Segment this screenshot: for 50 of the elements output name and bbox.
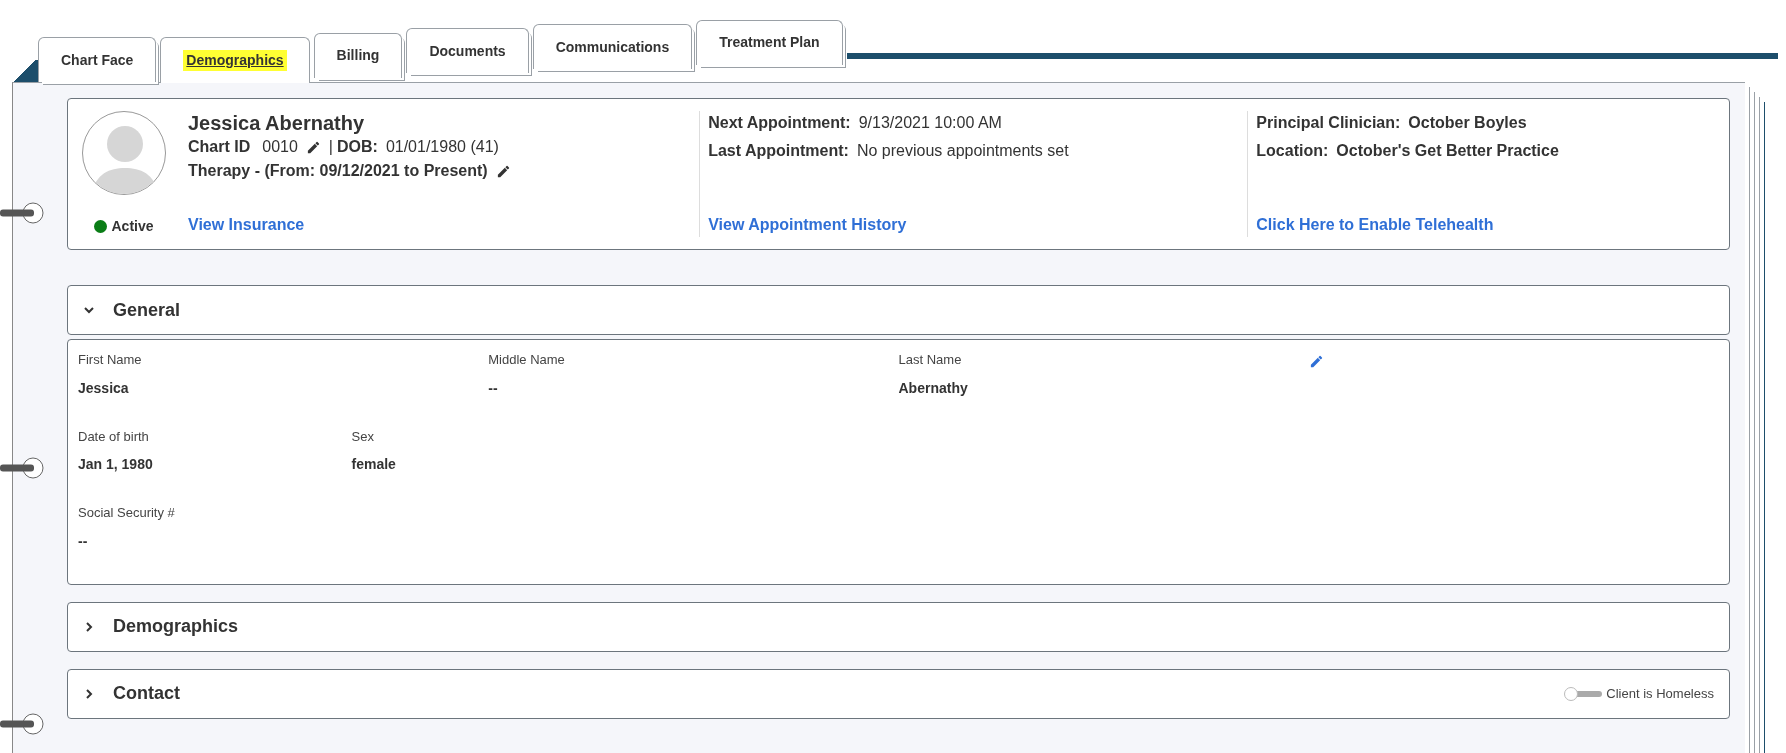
- toggle-label: Client is Homeless: [1606, 684, 1714, 703]
- program-period: Therapy - (From: 09/12/2021 to Present): [188, 161, 488, 181]
- chevron-icon: [83, 304, 95, 316]
- info-label: Location:: [1256, 141, 1329, 161]
- info-label: Principal Clinician:: [1256, 113, 1401, 133]
- tab[interactable]: Communications: [532, 24, 693, 70]
- field-label: Date of birth: [78, 427, 150, 446]
- chart-id-label: Chart ID: [188, 137, 251, 157]
- field-label: Middle Name: [488, 351, 566, 369]
- dob-value: 01/01/1980 (41): [385, 137, 499, 157]
- field-label: First Name: [78, 351, 143, 369]
- info-value: October's Get Better Practice: [1336, 141, 1559, 161]
- tab[interactable]: Treatment Plan: [696, 19, 843, 65]
- section-title: Contact: [113, 682, 180, 705]
- view-insurance-link[interactable]: View Insurance: [188, 213, 305, 237]
- field-label: Sex: [351, 427, 375, 446]
- edit-icon[interactable]: [305, 139, 321, 155]
- section-title: General: [113, 298, 181, 322]
- section-title: Demographics: [113, 615, 239, 638]
- edit-icon[interactable]: [495, 163, 511, 179]
- info-value: October Boyles: [1408, 113, 1527, 133]
- field-value: Jan 1, 1980: [78, 455, 154, 474]
- tab[interactable]: Billing: [313, 32, 403, 78]
- info-label: Next Appointment:: [708, 113, 851, 133]
- tab[interactable]: Demographics: [160, 37, 310, 83]
- field-value: Jessica: [78, 378, 130, 398]
- section-header[interactable]: General: [67, 285, 1730, 335]
- toggle-switch[interactable]: [1564, 686, 1603, 701]
- tab[interactable]: Chart Face: [38, 37, 157, 82]
- client-name: Jessica Abernathy: [188, 111, 365, 135]
- tab[interactable]: Documents: [406, 28, 529, 74]
- status-label: Active: [111, 217, 154, 236]
- info-value: No previous appointments set: [856, 141, 1069, 161]
- field-value: --: [488, 378, 499, 398]
- link[interactable]: View Appointment History: [708, 213, 907, 237]
- field-value: Abernathy: [898, 378, 969, 398]
- info-label: Last Appointment:: [708, 141, 849, 161]
- section-header[interactable]: Demographics: [67, 601, 1730, 652]
- separator: |: [328, 137, 333, 157]
- field-value: --: [78, 531, 89, 551]
- chevron-icon: [83, 687, 95, 700]
- link[interactable]: Click Here to Enable Telehealth: [1256, 213, 1494, 237]
- chart-id-value: 0010: [262, 137, 298, 157]
- field-value: female: [351, 455, 397, 474]
- field-label: Social Security #: [78, 504, 176, 522]
- chevron-icon: [83, 620, 95, 633]
- section-header[interactable]: Contact Client is Homeless: [67, 668, 1730, 719]
- dob-label: DOB:: [337, 137, 378, 157]
- info-value: 9/13/2021 10:00 AM: [858, 113, 1002, 133]
- field-label: Last Name: [898, 351, 963, 369]
